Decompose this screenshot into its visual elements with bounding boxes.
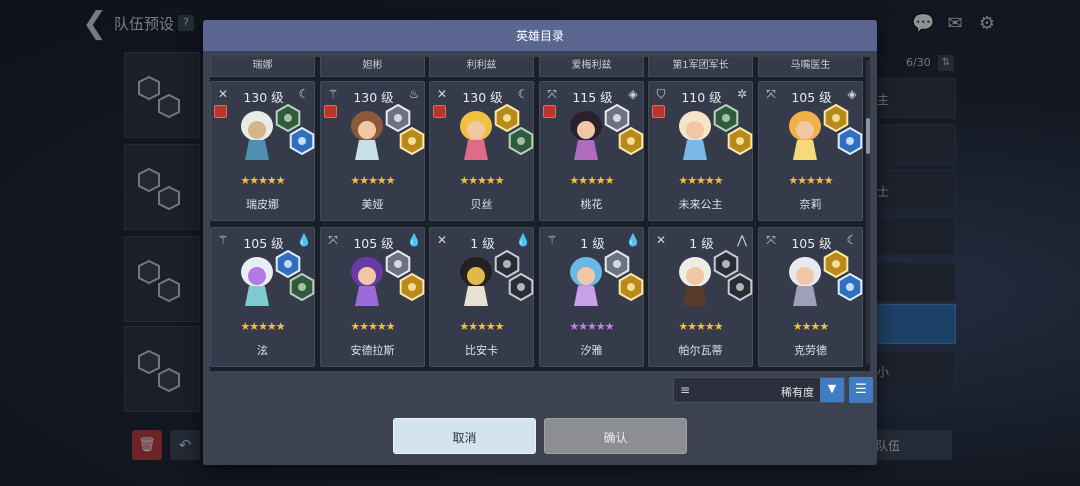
- scrollbar-thumb[interactable]: [866, 118, 870, 154]
- sword-icon: ✕: [217, 87, 229, 101]
- star-rating: ★★★★★: [459, 320, 504, 333]
- staff-icon: ⚚: [217, 233, 229, 247]
- staff-icon: ⚚: [546, 233, 558, 247]
- moon-icon: ☾: [298, 87, 310, 101]
- filter-button[interactable]: ☰: [849, 377, 873, 403]
- star-rating: ★★★★★: [569, 320, 614, 333]
- grid-scrollbar[interactable]: [866, 60, 870, 365]
- hero-grid: 瑞娜 妲彬 利利兹 爱梅利兹 第1军团军长 马嘴医生 ✕ 130 级 ☾ ★★★★★ 瑞…: [210, 57, 870, 371]
- hero-name: 未来公主: [678, 198, 723, 211]
- hero-name: 美娅: [361, 198, 384, 211]
- diamond-icon: ◈: [847, 87, 857, 101]
- cancel-button[interactable]: 取消: [393, 418, 536, 454]
- hero-card[interactable]: ⤧ 105 级 ☾ ★★★★ 克劳德: [758, 227, 863, 367]
- sword-icon: ✕: [436, 233, 448, 247]
- hero-card[interactable]: ✕ 1 级 ⋀ ★★★★★ 帕尔瓦蒂: [648, 227, 753, 367]
- class-badges: [823, 104, 863, 156]
- bow-icon: ⤧: [766, 87, 776, 101]
- filter-sliders-icon: ☰: [855, 382, 867, 397]
- star-rating: ★★★★★: [240, 174, 285, 187]
- gear-icon: ✲: [736, 87, 748, 101]
- awaken-icon: [543, 105, 556, 118]
- sort-label: 稀有度: [781, 386, 814, 399]
- chevron-down-icon: ▼: [827, 382, 837, 395]
- hero-name: 瑞皮娜: [246, 198, 279, 211]
- hero-card[interactable]: ⚚ 1 级 💧 ★★★★★ 汐雅: [539, 227, 644, 367]
- moon-icon: ☾: [846, 233, 858, 247]
- hero-card-partial[interactable]: 妲彬: [320, 57, 425, 77]
- star-rating: ★★★★★: [788, 174, 833, 187]
- hero-card[interactable]: ✕ 1 级 💧 ★★★★★ 比安卡: [429, 227, 534, 367]
- hero-catalog-dialog: 英雄目录 瑞娜 妲彬 利利兹 爱梅利兹 第1军团军长 马嘴医生 ✕ 130 级 ☾ ★…: [203, 20, 877, 465]
- water-icon: 💧: [625, 233, 641, 247]
- bow-icon: ⤧: [766, 233, 776, 247]
- class-badges: [713, 250, 753, 302]
- class-badges: [604, 250, 644, 302]
- class-badges: [713, 104, 753, 156]
- class-badges: [823, 250, 863, 302]
- hero-card-partial[interactable]: 瑞娜: [210, 57, 315, 77]
- fire-icon: ♨: [408, 87, 420, 101]
- water-icon: 💧: [515, 233, 531, 247]
- star-rating: ★★★★★: [350, 320, 395, 333]
- sort-dropdown[interactable]: ≡ 稀有度 ▼: [673, 377, 845, 403]
- hero-card[interactable]: ✕ 130 级 ☾ ★★★★★ 瑞皮娜: [210, 81, 315, 221]
- hero-card[interactable]: ⤧ 115 级 ◈ ★★★★★ 桃花: [539, 81, 644, 221]
- awaken-icon: [324, 105, 337, 118]
- dropdown-toggle[interactable]: ▼: [820, 378, 844, 402]
- staff-icon: ⚚: [327, 87, 339, 101]
- hero-name: 桃花: [580, 198, 603, 211]
- water-icon: 💧: [296, 233, 312, 247]
- star-rating: ★★★★★: [350, 174, 395, 187]
- hero-name: 帕尔瓦蒂: [678, 344, 723, 357]
- diamond-icon: ◈: [628, 87, 638, 101]
- class-badges: [385, 104, 425, 156]
- hero-name: 比安卡: [465, 344, 498, 357]
- hero-card-partial[interactable]: 爱梅利兹: [539, 57, 644, 77]
- confirm-button[interactable]: 确认: [544, 418, 687, 454]
- hero-card[interactable]: ⤧ 105 级 💧 ★★★★★ 安德拉斯: [320, 227, 425, 367]
- bow-icon: ⤧: [328, 233, 338, 247]
- dialog-header: 英雄目录: [203, 20, 877, 51]
- star-rating: ★★★★★: [459, 174, 504, 187]
- class-badges: [494, 250, 534, 302]
- bow-icon: ⤧: [547, 87, 557, 101]
- shield-icon: ⛉: [656, 87, 666, 101]
- hero-card[interactable]: ⛉ 110 级 ✲ ★★★★★ 未来公主: [648, 81, 753, 221]
- sword-icon: ✕: [655, 233, 667, 247]
- hero-name: 泫: [257, 344, 268, 357]
- hero-card-partial[interactable]: 马嘴医生: [758, 57, 863, 77]
- star-rating: ★★★★★: [240, 320, 285, 333]
- sword-icon: ✕: [436, 87, 448, 101]
- star-rating: ★★★★★: [678, 320, 723, 333]
- class-badges: [275, 104, 315, 156]
- hero-name: 汐雅: [580, 344, 603, 357]
- moon-icon: ☾: [517, 87, 529, 101]
- dialog-title: 英雄目录: [515, 29, 564, 43]
- mountain-icon: ⋀: [737, 233, 747, 247]
- hero-name: 贝丝: [470, 198, 493, 211]
- hero-name: 奈莉: [799, 198, 822, 211]
- star-rating: ★★★★: [792, 320, 829, 333]
- star-rating: ★★★★★: [569, 174, 614, 187]
- awaken-icon: [433, 105, 446, 118]
- list-icon: ≡: [680, 383, 691, 397]
- hero-name: 安德拉斯: [350, 344, 395, 357]
- hero-card[interactable]: ⤧ 105 级 ◈ ★★★★★ 奈莉: [758, 81, 863, 221]
- water-icon: 💧: [406, 233, 422, 247]
- class-badges: [604, 104, 644, 156]
- class-badges: [494, 104, 534, 156]
- star-rating: ★★★★★: [678, 174, 723, 187]
- hero-card[interactable]: ⚚ 130 级 ♨ ★★★★★ 美娅: [320, 81, 425, 221]
- awaken-icon: [214, 105, 227, 118]
- awaken-icon: [652, 105, 665, 118]
- hero-card[interactable]: ⚚ 105 级 💧 ★★★★★ 泫: [210, 227, 315, 367]
- hero-card-partial[interactable]: 第1军团军长: [648, 57, 753, 77]
- class-badges: [275, 250, 315, 302]
- hero-name: 克劳德: [794, 344, 827, 357]
- hero-card[interactable]: ✕ 130 级 ☾ ★★★★★ 贝丝: [429, 81, 534, 221]
- hero-card-partial[interactable]: 利利兹: [429, 57, 534, 77]
- class-badges: [385, 250, 425, 302]
